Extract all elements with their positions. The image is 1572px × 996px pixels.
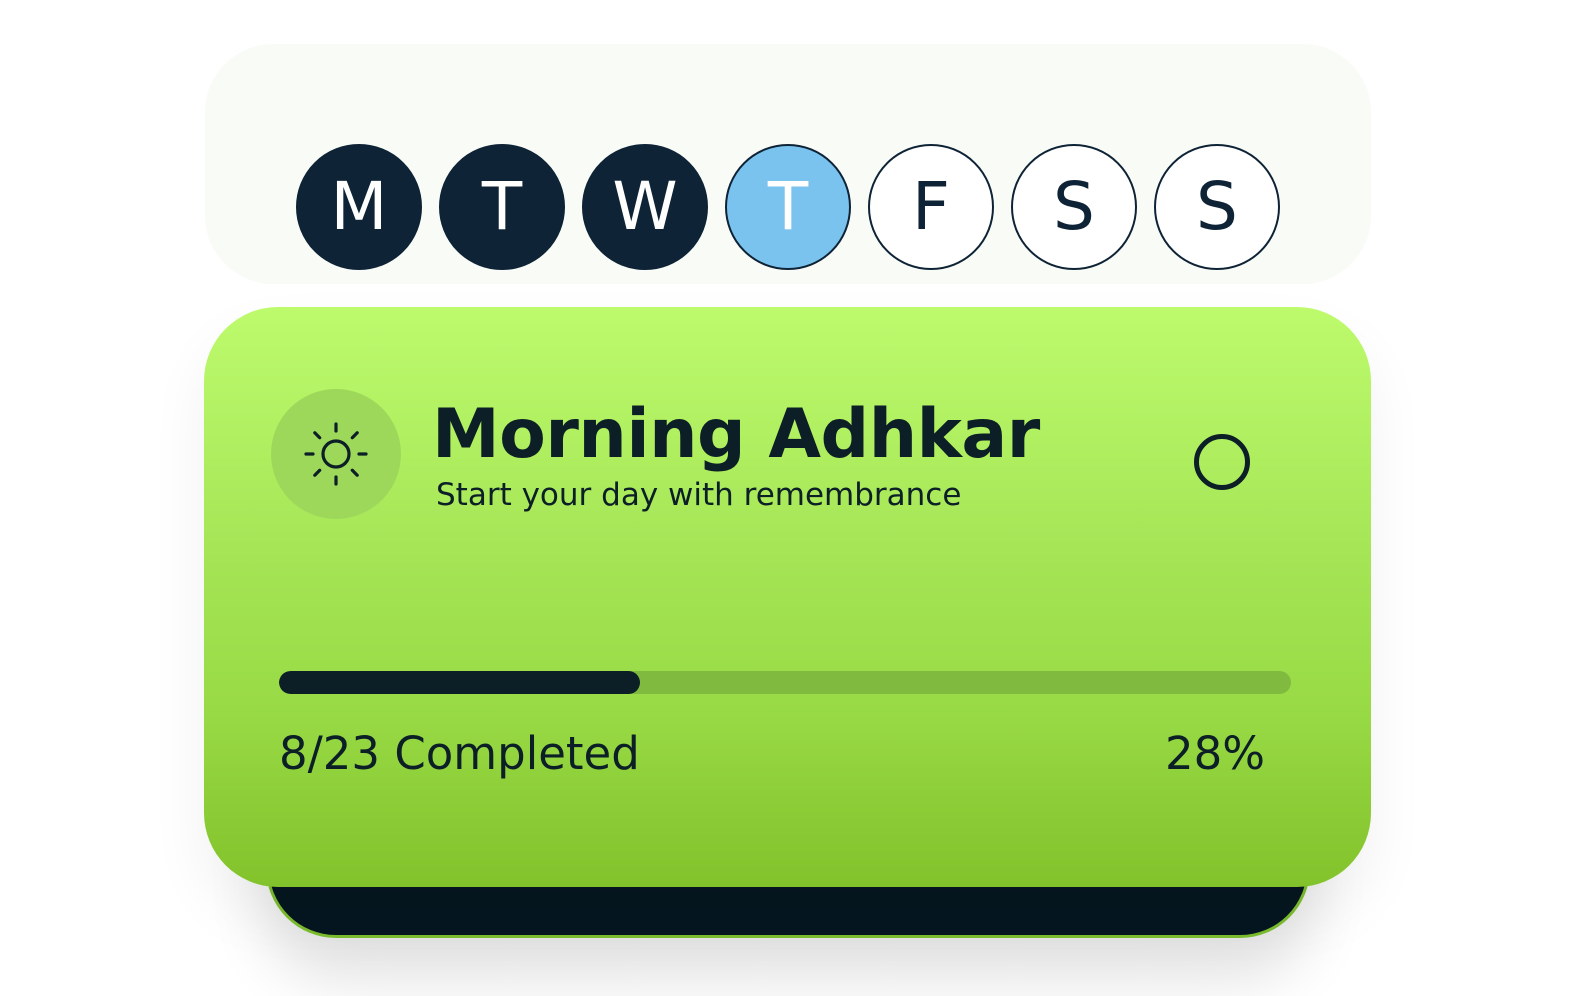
day-thursday-today[interactable]: T [725,144,851,270]
day-label: W [612,168,678,245]
day-label: M [330,168,388,245]
adhkar-card[interactable]: Morning Adhkar Start your day with remem… [204,307,1371,887]
day-label: T [767,168,809,245]
day-sunday[interactable]: S [1154,144,1280,270]
progress-bar-fill [279,671,641,694]
sun-icon [304,422,368,486]
day-label: S [1196,168,1238,245]
day-label: S [1053,168,1095,245]
sun-icon-badge [271,389,401,519]
app-stage: M T W T F S S Morning Adhkar Start your … [0,0,1572,996]
complete-toggle-circle-icon[interactable] [1194,434,1250,490]
progress-bar [279,671,1291,694]
card-subtitle: Start your day with remembrance [436,477,962,513]
card-title: Morning Adhkar [432,395,1040,474]
day-label: T [481,168,523,245]
progress-count-label: 8/23 Completed [279,727,640,780]
week-day-strip: M T W T F S S [205,44,1371,284]
day-monday[interactable]: M [296,144,422,270]
day-wednesday[interactable]: W [582,144,708,270]
day-saturday[interactable]: S [1011,144,1137,270]
day-tuesday[interactable]: T [439,144,565,270]
day-friday[interactable]: F [868,144,994,270]
day-label: F [912,168,950,245]
progress-percent-label: 28% [1164,727,1265,780]
